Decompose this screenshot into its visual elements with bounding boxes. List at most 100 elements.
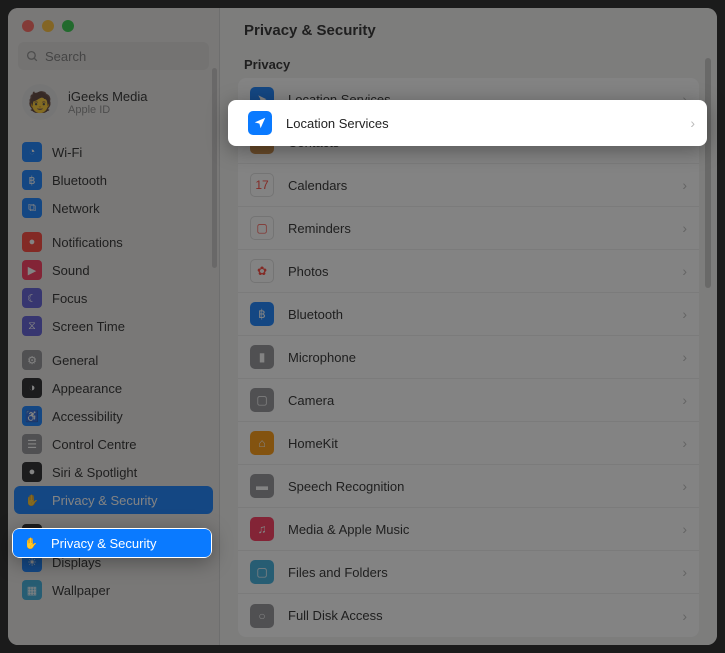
location-icon — [248, 111, 272, 135]
row-homekit[interactable]: ⌂ HomeKit › — [238, 422, 699, 465]
sidebar-item-sound[interactable]: ▶ Sound — [14, 256, 213, 284]
page-title: Privacy & Security — [220, 22, 717, 49]
row-full-disk-access[interactable]: ○Full Disk Access› — [238, 594, 699, 637]
row-microphone[interactable]: ▮Microphone› — [238, 336, 699, 379]
search-field[interactable] — [18, 42, 209, 70]
chevron-right-icon: › — [682, 177, 687, 193]
sidebar-item-label: Notifications — [52, 235, 123, 250]
sidebar-item-label: Accessibility — [52, 409, 123, 424]
sidebar-item-label: Privacy & Security — [51, 536, 156, 551]
sound-icon: ▶ — [22, 260, 42, 280]
siri-icon: ● — [22, 462, 42, 482]
account-sub: Apple ID — [68, 104, 147, 116]
row-label: Camera — [288, 393, 334, 408]
row-reminders[interactable]: ▢ Reminders › — [238, 207, 699, 250]
chevron-right-icon: › — [682, 306, 687, 322]
wallpaper-icon: ▦ — [22, 580, 42, 600]
row-label: Media & Apple Music — [288, 522, 409, 537]
sidebar-item-wallpaper[interactable]: ▦ Wallpaper — [14, 576, 213, 604]
row-camera[interactable]: ▢ Camera › — [238, 379, 699, 422]
speech-icon: ▬ — [250, 474, 274, 498]
row-label: Reminders — [288, 221, 351, 236]
sidebar-item-privacy-security[interactable]: ✋Privacy & Security — [14, 486, 213, 514]
chevron-right-icon: › — [682, 220, 687, 236]
row-label: HomeKit — [288, 436, 338, 451]
fullscreen-icon[interactable] — [62, 20, 74, 32]
search-input[interactable] — [45, 49, 201, 64]
sidebar-scrollbar[interactable] — [212, 68, 217, 268]
privacy-rows: ➤Location Services›○Contacts›17Calendars… — [238, 78, 699, 637]
music-icon: ♫ — [250, 517, 274, 541]
sidebar-item-network[interactable]: ⧉ Network — [14, 194, 213, 222]
sidebar-list: ◔ Wi-Fi ฿ Bluetooth ⧉ Network ● Notifications ▶ S… — [8, 132, 219, 645]
sidebar-item-appearance[interactable]: ◑Appearance — [14, 374, 213, 402]
sidebar-item-label: Screen Time — [52, 319, 125, 334]
row-bluetooth[interactable]: ฿ Bluetooth › — [238, 293, 699, 336]
row-location-services-highlight[interactable]: Location Services › — [228, 100, 707, 146]
sidebar-item-siri-spotlight[interactable]: ●Siri & Spotlight — [14, 458, 213, 486]
row-files-and-folders[interactable]: ▢ Files and Folders › — [238, 551, 699, 594]
sidebar-item-label: Control Centre — [52, 437, 137, 452]
appearance-icon: ◑ — [22, 378, 42, 398]
row-label: Microphone — [288, 350, 356, 365]
chevron-right-icon: › — [682, 392, 687, 408]
chevron-right-icon: › — [682, 564, 687, 580]
row-label: Files and Folders — [288, 565, 388, 580]
row-photos[interactable]: ✿Photos› — [238, 250, 699, 293]
sidebar-item-accessibility[interactable]: ♿ Accessibility — [14, 402, 213, 430]
search-icon — [26, 50, 39, 63]
moon-icon: ☾ — [22, 288, 42, 308]
sidebar-item-label: General — [52, 353, 98, 368]
row-speech-recognition[interactable]: ▬ Speech Recognition › — [238, 465, 699, 508]
chevron-right-icon: › — [682, 435, 687, 451]
window-controls — [8, 8, 219, 38]
apple-id-account[interactable]: 🧑 iGeeks Media Apple ID — [8, 80, 219, 132]
sidebar-item-general[interactable]: ⚙ General — [14, 346, 213, 374]
home-icon: ⌂ — [250, 431, 274, 455]
reminders-icon: ▢ — [250, 216, 274, 240]
chevron-right-icon: › — [682, 263, 687, 279]
folder-icon: ▢ — [250, 560, 274, 584]
photos-icon: ✿ — [250, 259, 274, 283]
section-label-privacy: Privacy — [220, 49, 717, 78]
sidebar-item-label: Privacy & Security — [52, 493, 157, 508]
row-calendars[interactable]: 17 Calendars › — [238, 164, 699, 207]
row-media-apple-music[interactable]: ♫ Media & Apple Music › — [238, 508, 699, 551]
close-icon[interactable] — [22, 20, 34, 32]
gear-icon: ⚙ — [22, 350, 42, 370]
sidebar-item-label: Sound — [52, 263, 90, 278]
accessibility-icon: ♿ — [22, 406, 42, 426]
sidebar-item-label: Wallpaper — [52, 583, 110, 598]
mic-icon: ▮ — [250, 345, 274, 369]
wifi-icon: ◔ — [22, 142, 42, 162]
sidebar-item-label: Network — [52, 201, 100, 216]
chevron-right-icon: › — [690, 115, 695, 131]
sidebar-item-notifications[interactable]: ● Notifications — [14, 228, 213, 256]
bluetooth-icon: ฿ — [22, 170, 42, 190]
sidebar-item-privacy-security-highlight[interactable]: ✋ Privacy & Security — [12, 528, 212, 558]
sidebar-item-wi-fi[interactable]: ◔ Wi-Fi — [14, 138, 213, 166]
row-label: Location Services — [286, 116, 389, 131]
sidebar-item-screen-time[interactable]: ⧖Screen Time — [14, 312, 213, 340]
row-label: Calendars — [288, 178, 347, 193]
sidebar-item-focus[interactable]: ☾ Focus — [14, 284, 213, 312]
hand-icon: ✋ — [21, 533, 41, 553]
sidebar-item-label: Bluetooth — [52, 173, 107, 188]
sidebar-item-bluetooth[interactable]: ฿ Bluetooth — [14, 166, 213, 194]
row-label: Speech Recognition — [288, 479, 404, 494]
bell-icon: ● — [22, 232, 42, 252]
minimize-icon[interactable] — [42, 20, 54, 32]
sidebar-item-label: Focus — [52, 291, 87, 306]
chevron-right-icon: › — [682, 478, 687, 494]
sidebar-item-control-centre[interactable]: ☰ Control Centre — [14, 430, 213, 458]
row-label: Full Disk Access — [288, 608, 383, 623]
sidebar-item-label: Wi-Fi — [52, 145, 82, 160]
row-label: Bluetooth — [288, 307, 343, 322]
main-scrollbar[interactable] — [705, 58, 711, 288]
bluetooth-icon: ฿ — [250, 302, 274, 326]
sliders-icon: ☰ — [22, 434, 42, 454]
calendar-icon: 17 — [250, 173, 274, 197]
network-icon: ⧉ — [22, 198, 42, 218]
chevron-right-icon: › — [682, 521, 687, 537]
camera-icon: ▢ — [250, 388, 274, 412]
